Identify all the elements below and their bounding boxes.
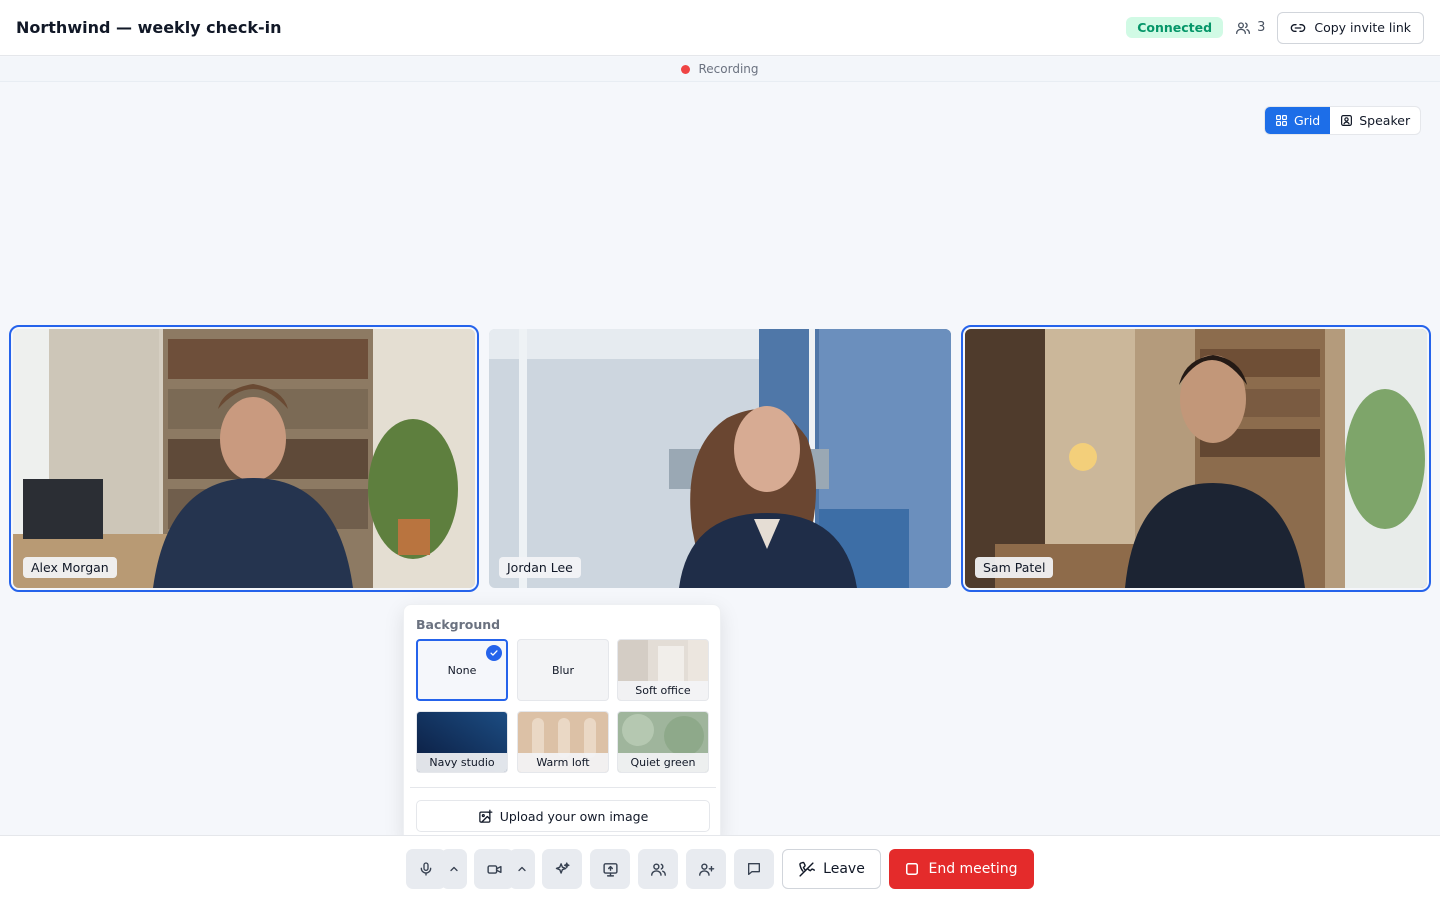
recording-label: Recording <box>698 62 759 76</box>
microphone-icon <box>418 861 434 877</box>
people-icon <box>650 861 667 878</box>
copy-invite-link-button[interactable]: Copy invite link <box>1277 11 1424 44</box>
participant-name: Sam Patel <box>975 557 1054 578</box>
users-icon <box>1235 20 1251 36</box>
share-screen-button[interactable] <box>590 849 630 889</box>
participant-name: Alex Morgan <box>23 557 117 578</box>
phone-off-icon <box>798 861 816 878</box>
link-icon <box>1290 20 1306 36</box>
background-option-label: Soft office <box>618 681 708 700</box>
meeting-title: Northwind — weekly check-in <box>16 18 282 37</box>
grid-icon <box>1275 114 1288 127</box>
connection-status-badge: Connected <box>1126 17 1224 38</box>
microphone-button[interactable] <box>406 849 446 889</box>
image-upload-icon <box>478 809 493 824</box>
participant-name: Jordan Lee <box>499 557 581 578</box>
screen-share-icon <box>602 861 619 878</box>
video-camera-icon <box>486 861 503 878</box>
grid-view-button[interactable]: Grid <box>1265 107 1331 134</box>
participants-button[interactable] <box>638 849 678 889</box>
end-meeting-button[interactable]: End meeting <box>889 849 1034 889</box>
meeting-toolbar: Leave End meeting <box>0 835 1440 900</box>
chevron-up-icon <box>516 863 528 875</box>
background-option-soft-office[interactable]: Soft office <box>617 639 709 701</box>
leave-button[interactable]: Leave <box>782 849 881 889</box>
background-picker: Background None Blur Soft office Navy st… <box>403 604 721 842</box>
popover-divider <box>410 787 716 788</box>
camera-options-button[interactable] <box>509 849 535 889</box>
background-option-navy-studio[interactable]: Navy studio <box>416 711 508 773</box>
video-feed-image <box>965 329 1427 588</box>
speaker-view-label: Speaker <box>1359 113 1411 128</box>
chat-bubble-icon <box>746 861 762 877</box>
user-plus-icon <box>698 861 715 878</box>
video-feed-image <box>13 329 475 588</box>
participant-tile[interactable]: Alex Morgan <box>9 325 479 592</box>
invite-people-button[interactable] <box>686 849 726 889</box>
grid-view-label: Grid <box>1294 113 1321 128</box>
background-option-quiet-green[interactable]: Quiet green <box>617 711 709 773</box>
background-option-blur[interactable]: Blur <box>517 639 609 701</box>
participant-count-value: 3 <box>1257 20 1266 35</box>
recording-dot-icon <box>681 64 691 74</box>
background-option-label: Blur <box>551 663 575 677</box>
check-icon <box>486 645 502 661</box>
microphone-options-button[interactable] <box>441 849 467 889</box>
speaker-view-button[interactable]: Speaker <box>1330 107 1420 134</box>
background-option-label: Navy studio <box>417 753 507 772</box>
header-actions: Connected 3 Copy invite link <box>1126 11 1424 44</box>
effects-button[interactable] <box>542 849 582 889</box>
sparkles-icon <box>554 861 571 878</box>
background-option-warm-loft[interactable]: Warm loft <box>517 711 609 773</box>
chevron-up-icon <box>448 863 460 875</box>
upload-background-label: Upload your own image <box>499 808 649 824</box>
camera-button[interactable] <box>474 849 514 889</box>
meeting-header: Northwind — weekly check-in Connected 3 … <box>0 0 1440 56</box>
background-option-label: Quiet green <box>618 753 708 772</box>
end-meeting-label: End meeting <box>928 861 1018 877</box>
participant-tile[interactable]: Jordan Lee <box>489 329 951 588</box>
view-toggle: Grid Speaker <box>1264 106 1422 135</box>
copy-invite-link-label: Copy invite link <box>1314 20 1411 35</box>
chat-button[interactable] <box>734 849 774 889</box>
video-feed-image <box>489 329 951 588</box>
upload-background-button[interactable]: Upload your own image <box>416 800 710 832</box>
background-option-none[interactable]: None <box>416 639 508 701</box>
participant-count[interactable]: 3 <box>1235 20 1265 36</box>
recording-bar: Recording <box>0 57 1440 82</box>
stop-square-icon <box>905 862 919 876</box>
background-option-label: Warm loft <box>518 753 608 772</box>
speaker-icon <box>1340 114 1353 127</box>
background-picker-title: Background <box>416 617 501 632</box>
leave-label: Leave <box>823 861 865 877</box>
participant-tile[interactable]: Sam Patel <box>961 325 1431 592</box>
